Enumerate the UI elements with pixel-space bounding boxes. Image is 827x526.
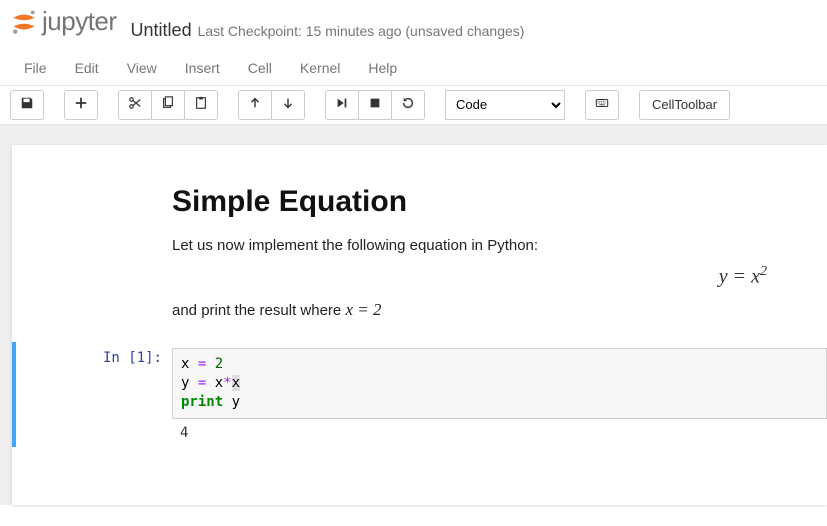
step-forward-icon — [335, 96, 349, 113]
restart-icon — [401, 96, 415, 113]
code-area: x = 2 y = x*x print y 4 — [172, 348, 827, 441]
code-line-2: y = x*x — [181, 374, 818, 393]
menu-insert[interactable]: Insert — [171, 51, 234, 85]
arrow-down-icon — [281, 96, 295, 113]
celltoolbar-button[interactable]: CellToolbar — [639, 90, 730, 120]
copy-button[interactable] — [151, 90, 185, 120]
command-palette-button[interactable] — [585, 90, 619, 120]
plus-icon — [74, 96, 88, 113]
menu-cell[interactable]: Cell — [234, 51, 286, 85]
workspace: Simple Equation Let us now implement the… — [0, 125, 827, 505]
scissors-icon — [128, 96, 142, 113]
interrupt-button[interactable] — [358, 90, 392, 120]
menu-file[interactable]: File — [10, 51, 61, 85]
keyboard-icon — [595, 96, 609, 113]
code-input[interactable]: x = 2 y = x*x print y — [172, 348, 827, 419]
code-output: 4 — [172, 419, 827, 441]
logo-text: jupyter — [42, 6, 117, 37]
paste-icon — [194, 96, 208, 113]
jupyter-logo: jupyter — [10, 6, 117, 37]
menu-view[interactable]: View — [113, 51, 171, 85]
code-cell[interactable]: In [1]: x = 2 y = x*x print y 4 — [12, 342, 827, 447]
copy-icon — [161, 96, 175, 113]
run-button[interactable] — [325, 90, 359, 120]
paragraph-condition: and print the result where x = 2 — [172, 300, 787, 320]
paste-button[interactable] — [184, 90, 218, 120]
move-down-button[interactable] — [271, 90, 305, 120]
add-cell-button[interactable] — [64, 90, 98, 120]
heading: Simple Equation — [172, 185, 787, 219]
toolbar: Code CellToolbar — [0, 86, 827, 125]
save-button[interactable] — [10, 90, 44, 120]
notebook-title[interactable]: Untitled — [131, 20, 192, 41]
menubar: File Edit View Insert Cell Kernel Help — [0, 49, 827, 86]
menu-kernel[interactable]: Kernel — [286, 51, 354, 85]
checkpoint-status: Last Checkpoint: 15 minutes ago (unsaved… — [198, 23, 525, 39]
menu-help[interactable]: Help — [354, 51, 411, 85]
input-prompt: In [1]: — [16, 348, 172, 441]
markdown-cell[interactable]: Simple Equation Let us now implement the… — [172, 185, 787, 321]
celltype-select[interactable]: Code — [445, 90, 565, 120]
arrow-up-icon — [248, 96, 262, 113]
restart-button[interactable] — [391, 90, 425, 120]
stop-icon — [368, 96, 382, 113]
header: jupyter Untitled Last Checkpoint: 15 min… — [0, 0, 827, 49]
paragraph-intro: Let us now implement the following equat… — [172, 237, 787, 254]
equation-display: y = x2 — [172, 264, 787, 289]
jupyter-icon — [10, 8, 38, 36]
code-line-1: x = 2 — [181, 355, 818, 374]
code-line-3: print y — [181, 393, 818, 412]
move-up-button[interactable] — [238, 90, 272, 120]
menu-edit[interactable]: Edit — [61, 51, 113, 85]
notebook: Simple Equation Let us now implement the… — [12, 145, 827, 505]
save-icon — [20, 96, 34, 113]
cut-button[interactable] — [118, 90, 152, 120]
